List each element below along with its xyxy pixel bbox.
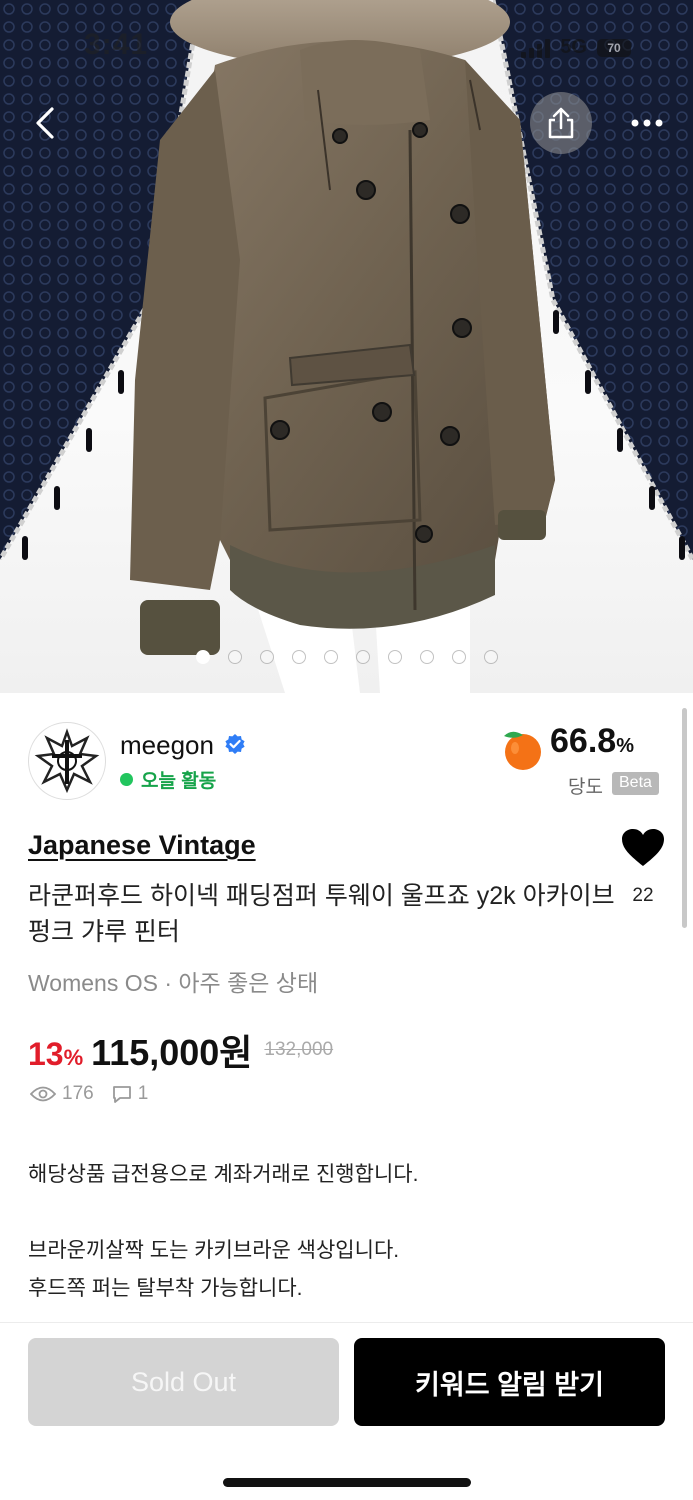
comment-count: 1: [137, 1083, 149, 1104]
description-line: 해당상품 급전용으로 계좌거래로 진행합니다.: [28, 1163, 419, 1186]
activity-text: 오늘 활동: [141, 771, 217, 792]
carousel-dot[interactable]: [324, 650, 338, 664]
seller-name[interactable]: meegon: [120, 730, 214, 761]
like-button[interactable]: 22: [621, 828, 665, 907]
price-row: 13% 115,000원 132,000: [28, 1024, 333, 1076]
discount-rate: 13%: [28, 1036, 84, 1072]
share-button[interactable]: [530, 92, 592, 154]
bottom-action-bar: Sold Out 키워드 알림 받기: [0, 1322, 693, 1500]
seller-avatar[interactable]: [28, 722, 106, 800]
carousel-dot[interactable]: [452, 650, 466, 664]
back-button[interactable]: [14, 92, 76, 154]
chevron-left-icon: [36, 107, 54, 139]
verified-badge-icon: [225, 734, 245, 754]
online-status-icon: [120, 773, 133, 786]
jacket-image: [130, 0, 555, 693]
product-stats: 176 1: [30, 1083, 160, 1105]
sale-price: 115,000원: [91, 1032, 253, 1073]
product-meta: Womens OS · 아주 좋은 상태: [28, 970, 319, 996]
product-image[interactable]: 3:41 5G 70: [0, 0, 693, 693]
carousel-dot[interactable]: [228, 650, 242, 664]
network-type: 5G: [560, 36, 587, 58]
score-label: 당도: [568, 777, 603, 798]
score-value: 66.8%: [550, 722, 634, 760]
share-icon: [548, 107, 574, 139]
carousel-dot[interactable]: [420, 650, 434, 664]
sweetness-score[interactable]: 66.8% 당도 Beta: [498, 718, 668, 808]
seller-activity: 오늘 활동: [120, 766, 216, 793]
status-time: 3:41: [84, 28, 149, 61]
more-options-button[interactable]: [616, 92, 678, 154]
scrollbar[interactable]: [682, 708, 687, 928]
more-icon: [631, 119, 663, 127]
carousel-dot[interactable]: [388, 650, 402, 664]
carousel-dot[interactable]: [484, 650, 498, 664]
description-line: 후드쪽 퍼는 탈부착 가능합니다.: [28, 1277, 303, 1300]
keyword-alert-button[interactable]: 키워드 알림 받기: [354, 1338, 665, 1426]
battery-icon: 70: [597, 38, 631, 57]
seller-section[interactable]: meegon 오늘 활동 66.8% 당도 Beta: [28, 718, 668, 808]
eye-icon: [30, 1086, 56, 1102]
signal-icon: [521, 38, 551, 58]
seller-logo-icon: [34, 728, 100, 794]
home-indicator[interactable]: [223, 1478, 471, 1487]
carousel-dot[interactable]: [356, 650, 370, 664]
brand-link[interactable]: Japanese Vintage: [28, 830, 256, 861]
beta-badge: Beta: [612, 772, 659, 795]
status-icons: 5G 70: [521, 36, 631, 59]
sold-out-button[interactable]: Sold Out: [28, 1338, 339, 1426]
product-title: 라쿤퍼후드 하이넥 패딩점퍼 투웨이 울프죠 y2k 아카이브 펑크 갸루 핀터: [28, 882, 615, 946]
heart-icon: [622, 829, 664, 866]
peach-icon: [504, 731, 541, 770]
carousel-dot[interactable]: [260, 650, 274, 664]
product-description: 해당상품 급전용으로 계좌거래로 진행합니다. 브라운끼살짝 도는 카키브라운 …: [28, 1156, 658, 1308]
comment-icon: [112, 1086, 131, 1103]
description-line: 브라운끼살짝 도는 카키브라운 색상입니다.: [28, 1239, 400, 1262]
original-price: 132,000: [264, 1039, 334, 1060]
view-count: 176: [62, 1083, 94, 1104]
carousel-dot[interactable]: [292, 650, 306, 664]
like-count: 22: [632, 885, 654, 906]
image-carousel-indicator[interactable]: [196, 650, 498, 664]
carousel-dot[interactable]: [196, 650, 210, 664]
